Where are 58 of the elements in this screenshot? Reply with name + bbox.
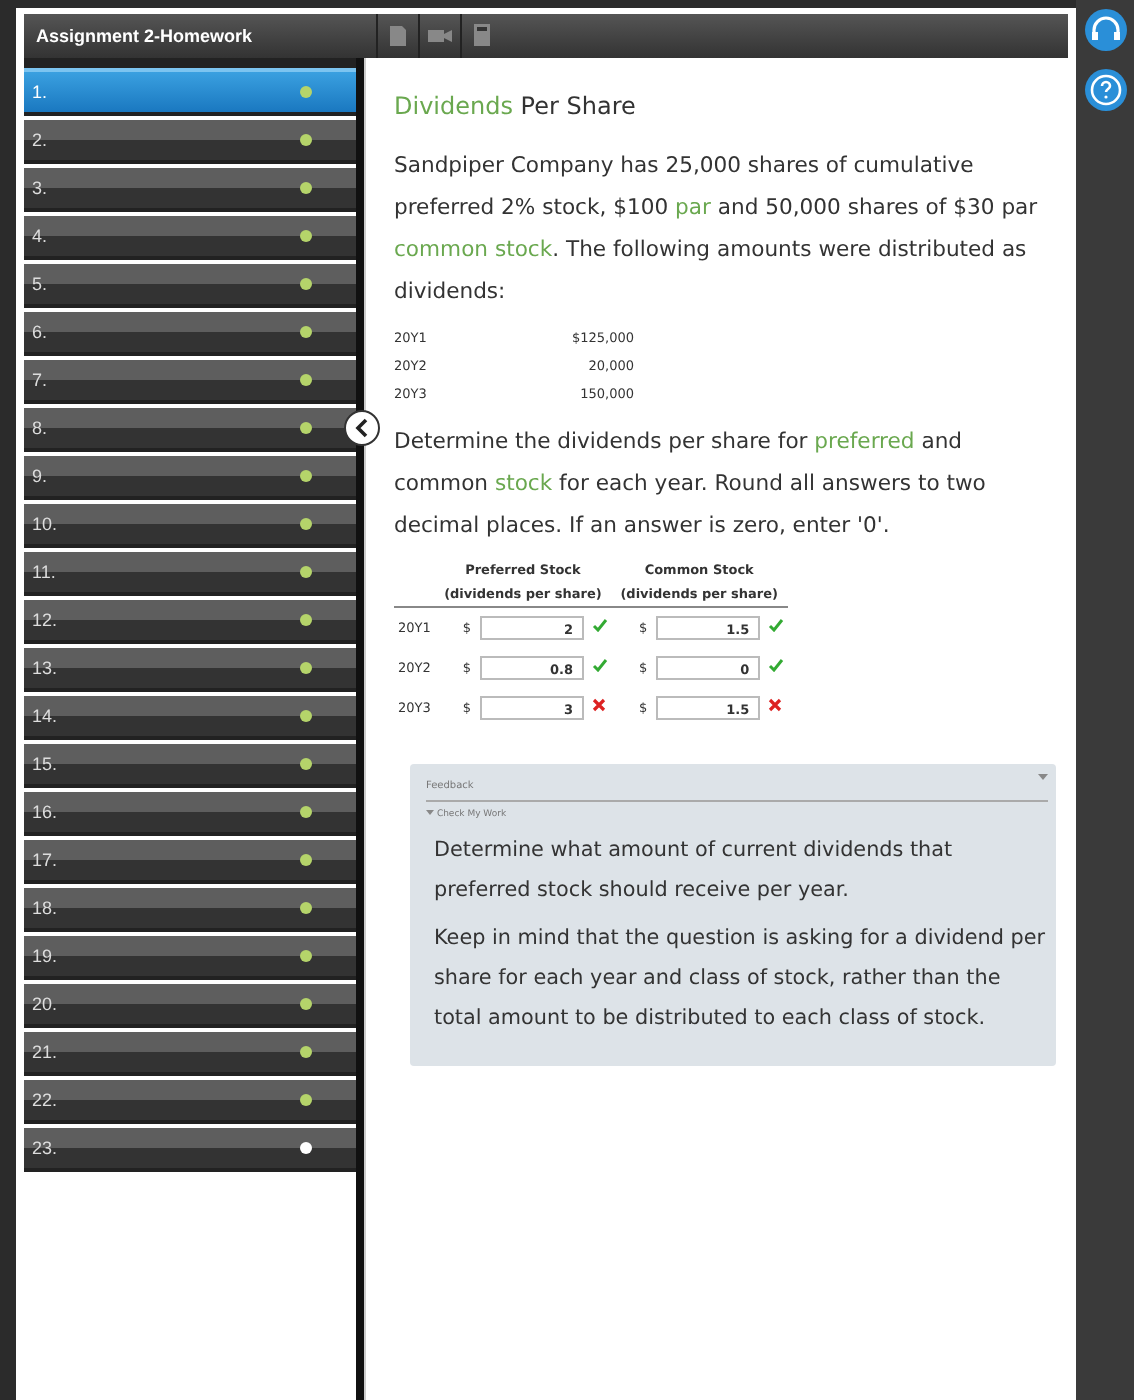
question-tab[interactable]: 5. — [24, 260, 356, 304]
question-tab[interactable]: 16. — [24, 788, 356, 832]
question-tab[interactable]: 2. — [24, 116, 356, 160]
question-title: Dividends Per Share — [394, 90, 638, 124]
question-number: 11. — [32, 562, 56, 582]
question-tab[interactable]: 19. — [24, 932, 356, 976]
question-number: 6. — [32, 322, 48, 342]
chevron-left-icon — [354, 418, 370, 438]
question-tab[interactable]: 6. — [24, 308, 356, 352]
question-number: 10. — [32, 514, 58, 534]
question-tab[interactable]: 4. — [24, 212, 356, 256]
question-number: 12. — [32, 610, 58, 630]
question-number: 7. — [32, 370, 48, 390]
question-number: 15. — [32, 754, 58, 774]
caret-icon[interactable] — [426, 808, 434, 816]
question-tab[interactable]: 20. — [24, 980, 356, 1024]
headset-icon[interactable] — [1083, 8, 1127, 52]
question-tab[interactable]: 18. — [24, 884, 356, 928]
question-number: 5. — [32, 274, 48, 294]
question-tab[interactable]: 10. — [24, 500, 356, 544]
question-number: 4. — [32, 226, 48, 246]
question-tab[interactable]: 23. — [24, 1124, 356, 1168]
question-tab[interactable]: 3. — [24, 164, 356, 208]
question-number: 3. — [32, 178, 48, 198]
question-number: 2. — [32, 130, 48, 150]
question-number: 20. — [32, 994, 58, 1014]
question-number: 16. — [32, 802, 58, 822]
question-number: 19. — [32, 946, 58, 966]
feedback-text: Determine what amount of current dividends that preferred stock should receive per year. — [432, 836, 955, 906]
help-icon[interactable] — [1083, 68, 1127, 112]
caret-icon[interactable] — [1038, 772, 1048, 782]
question-number: 22. — [32, 1090, 58, 1110]
question-number: 23. — [32, 1138, 58, 1158]
question-number: 14. — [32, 706, 58, 726]
question-tab[interactable]: 13. — [24, 644, 356, 688]
question-number: 1. — [32, 82, 48, 102]
question-tab[interactable]: 8. — [24, 404, 356, 448]
question-number: 18. — [32, 898, 58, 918]
question-number: 13. — [32, 658, 58, 678]
question-tab[interactable]: 9. — [24, 452, 356, 496]
question-number: 9. — [32, 466, 48, 486]
problem-text: Sandpiper Company has 25,000 shares of cumulative preferred 2% stock, $100 par and 50,000 shares of $30 par common stock. The following amounts were distributed as dividends: — [394, 150, 1040, 308]
question-tab[interactable]: 21. — [24, 1028, 356, 1072]
question-tab[interactable]: 1. — [24, 68, 356, 112]
question-tab[interactable]: 11. — [24, 548, 356, 592]
question-tab[interactable]: 14. — [24, 692, 356, 736]
question-tab[interactable]: 7. — [24, 356, 356, 400]
question-tab[interactable]: 22. — [24, 1076, 356, 1120]
question-tab[interactable]: 12. — [24, 596, 356, 640]
feedback-text: Keep in mind that the question is asking for a dividend per share for each year and class of stock, rather than the total amount to be distributed to each class of stock. — [432, 924, 1047, 1034]
question-tab[interactable]: 17. — [24, 836, 356, 880]
question-number: 17. — [32, 850, 58, 870]
instructions-text: Determine the dividends per share for preferred and common stock for each year. Round all answers to two decimal places. If an answer is zero, enter '0'. — [394, 426, 988, 542]
question-tab[interactable]: 15. — [24, 740, 356, 784]
question-number: 21. — [32, 1042, 58, 1062]
collapse-button[interactable] — [344, 410, 380, 446]
question-number: 8. — [32, 418, 48, 438]
assignment-title: Assignment 2-Homework — [34, 26, 255, 46]
